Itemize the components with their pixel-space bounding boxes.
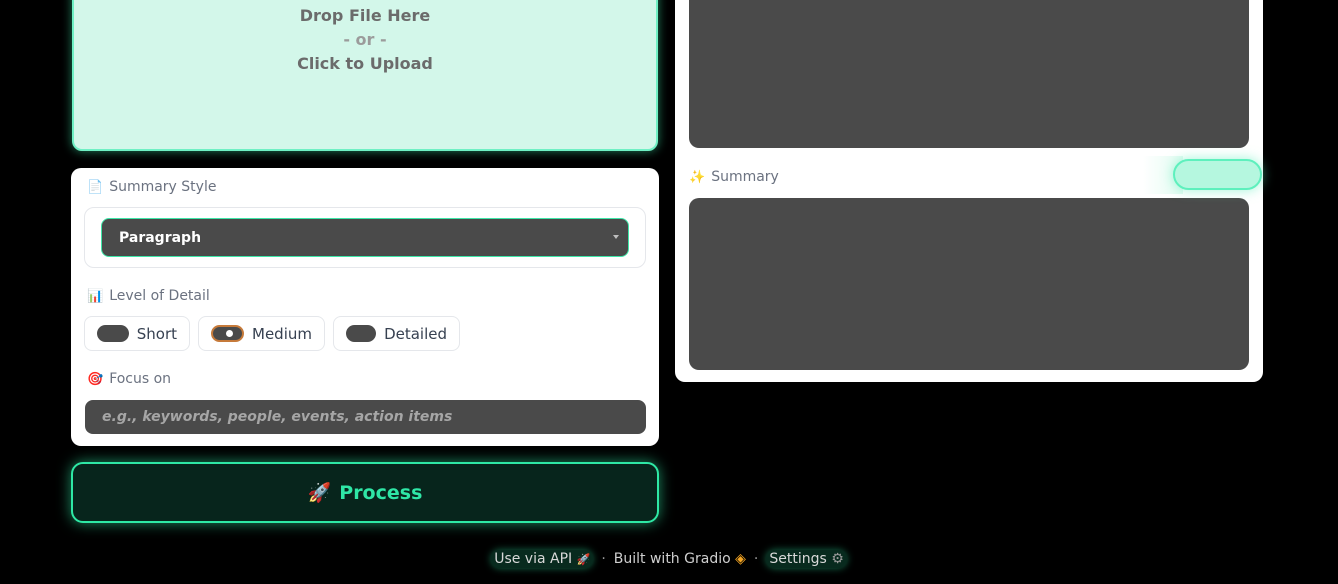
summary-style-label: 📄 Summary Style (87, 179, 216, 195)
summary-style-dropdown[interactable]: Paragraph (101, 218, 629, 257)
summary-style-value: Paragraph (119, 229, 202, 246)
sparkles-icon: ✨ (689, 169, 706, 185)
bar-chart-icon: 📊 (87, 288, 104, 304)
built-with-gradio-text: Built with Gradio (613, 551, 731, 567)
summary-style-label-text: Summary Style (109, 179, 217, 195)
detail-option-medium-label: Medium (252, 324, 312, 343)
rocket-icon: 🚀 (576, 553, 591, 566)
summary-label-text: Summary (711, 169, 779, 185)
focus-label-text: Focus on (109, 371, 172, 387)
rocket-icon: 🚀 (307, 482, 332, 504)
gradio-logo-icon: ◈ (735, 551, 746, 567)
detail-option-detailed[interactable]: Detailed (333, 316, 460, 351)
settings-text: Settings (769, 551, 827, 567)
target-icon: 🎯 (87, 371, 104, 387)
radio-toggle-medium (211, 325, 245, 342)
focus-input[interactable] (85, 400, 646, 434)
copy-button[interactable] (1173, 159, 1262, 190)
app-root: Drop File Here - or - Click to Upload 📄 … (0, 0, 1338, 584)
chevron-down-icon (613, 235, 619, 239)
radio-toggle-detailed (346, 325, 377, 342)
settings-link[interactable]: Settings ⚙ (766, 550, 847, 568)
output-panel: ✨ Summary (675, 0, 1263, 382)
footer: Use via API 🚀 · Built with Gradio ◈ · Se… (0, 548, 1338, 570)
document-icon: 📄 (87, 179, 104, 195)
options-panel: 📄 Summary Style Paragraph 📊 Level of Det… (71, 168, 659, 446)
detail-level-label: 📊 Level of Detail (87, 288, 210, 304)
detail-option-medium[interactable]: Medium (198, 316, 325, 351)
built-with-gradio-link[interactable]: Built with Gradio ◈ (614, 551, 746, 567)
use-via-api-link[interactable]: Use via API 🚀 (491, 550, 594, 568)
detail-option-short-label: Short (136, 324, 177, 343)
footer-separator: · (601, 551, 606, 567)
file-upload-dropzone[interactable]: Drop File Here - or - Click to Upload (72, 0, 658, 151)
detail-option-detailed-label: Detailed (384, 324, 447, 343)
transcript-output-box[interactable] (689, 0, 1249, 148)
use-via-api-text: Use via API (494, 551, 573, 567)
focus-label: 🎯 Focus on (87, 371, 171, 387)
detail-option-short[interactable]: Short (84, 316, 190, 351)
upload-click-text: Click to Upload (297, 54, 433, 73)
radio-toggle-short (97, 325, 129, 342)
upload-or-text: - or - (343, 30, 387, 49)
upload-drop-text: Drop File Here (299, 6, 431, 25)
summary-output-box[interactable] (689, 198, 1249, 370)
detail-level-label-text: Level of Detail (109, 288, 210, 304)
footer-separator: · (753, 551, 759, 567)
summary-label: ✨ Summary (689, 169, 779, 185)
summary-style-container: Paragraph (84, 207, 646, 268)
process-button[interactable]: 🚀 Process (71, 462, 659, 523)
process-button-label: Process (339, 481, 423, 504)
gear-icon: ⚙ (831, 551, 844, 567)
